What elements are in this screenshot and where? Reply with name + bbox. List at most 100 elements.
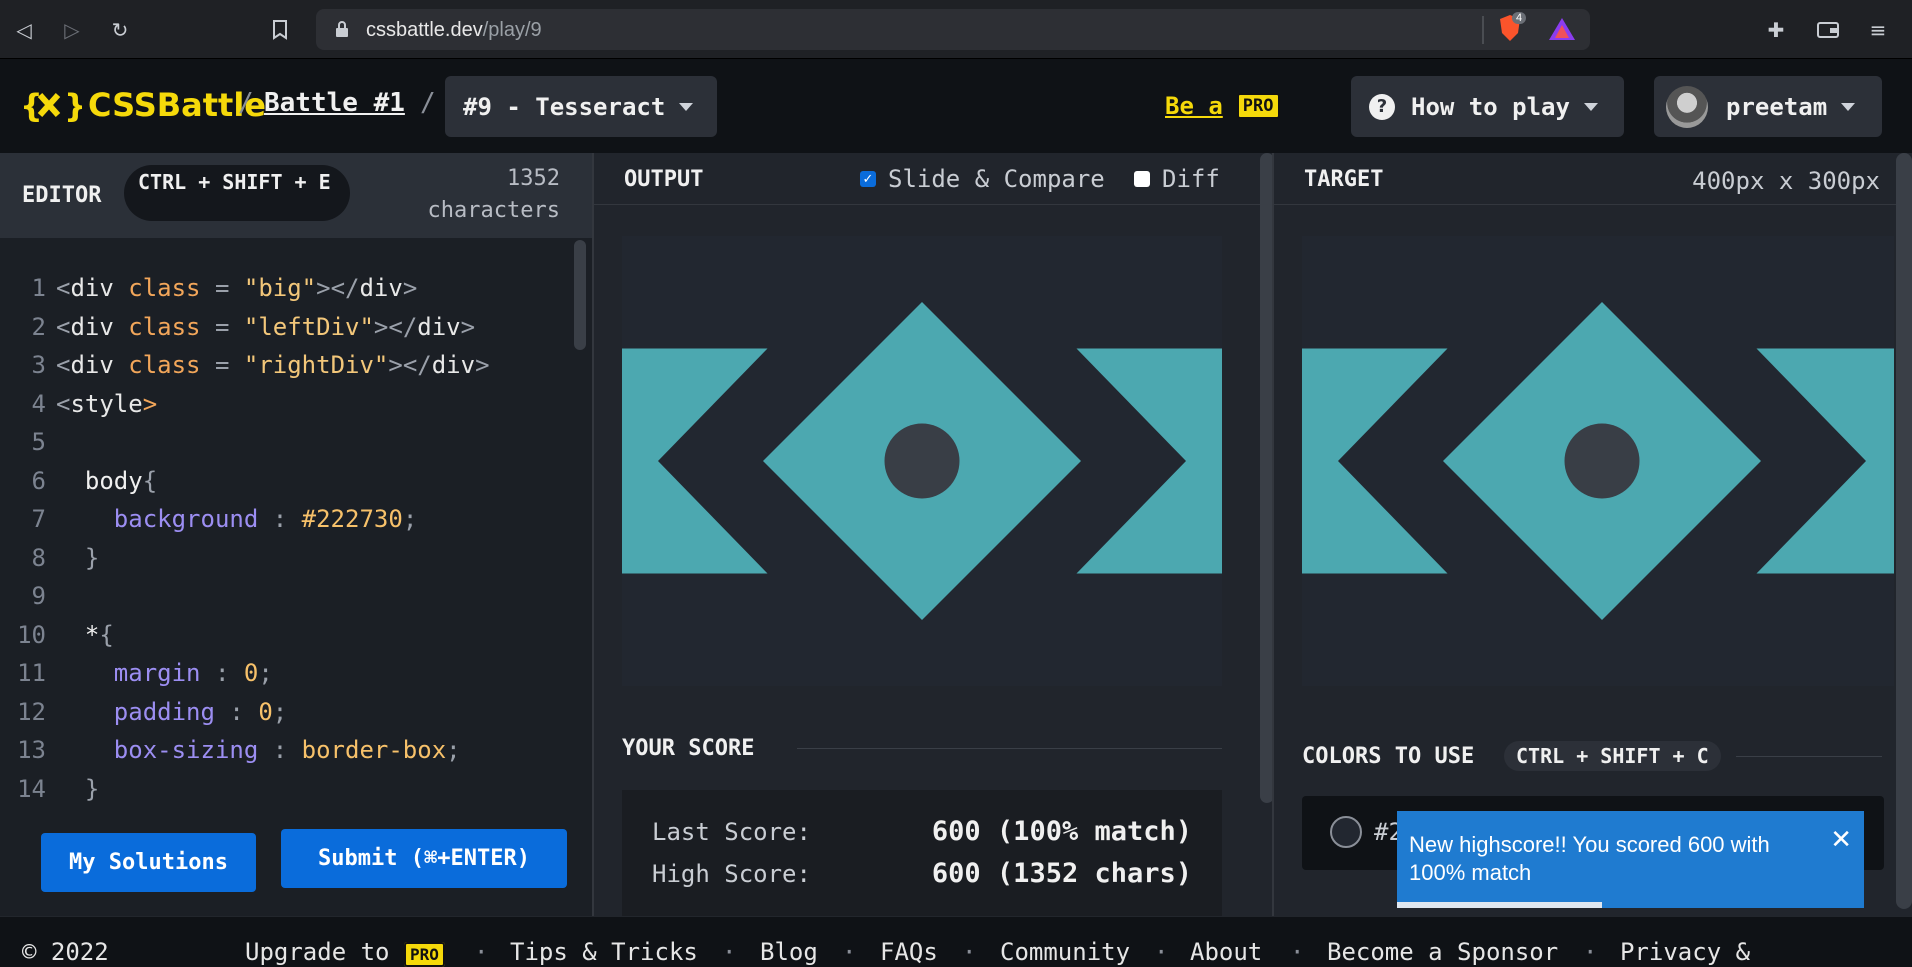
logo[interactable]: { } CSSBattle	[20, 86, 266, 124]
footer-dot: ·	[1290, 938, 1305, 966]
code-value: 0	[258, 697, 273, 726]
line-number: 3	[31, 351, 46, 379]
brave-shield-icon[interactable]: 4	[1498, 12, 1527, 46]
footer-community-link[interactable]: Community	[1000, 938, 1130, 966]
breadcrumb-battle-link[interactable]: Battle #1	[264, 88, 405, 118]
code-token: =	[200, 312, 244, 341]
target-size: 400px x 300px	[1692, 167, 1880, 195]
chevron-down-icon	[1583, 102, 1598, 111]
reload-icon[interactable]: ↻	[106, 16, 134, 44]
how-to-play-dropdown[interactable]: ? How to play	[1351, 76, 1624, 137]
code-token: }	[84, 543, 100, 572]
code-token: =	[200, 351, 244, 379]
footer-faqs-link[interactable]: FAQs	[880, 938, 938, 966]
target-title: TARGET	[1304, 167, 1384, 192]
divider	[1482, 16, 1484, 44]
forward-icon[interactable]: ▷	[58, 16, 86, 44]
target-image[interactable]	[1302, 236, 1894, 686]
editor-shortcut: CTRL + SHIFT + E	[124, 165, 350, 221]
back-icon[interactable]: ◁	[10, 16, 38, 44]
copyright: © 2022	[22, 938, 109, 966]
code-line: 6 body{	[0, 467, 570, 505]
browser-toolbar: ◁ ▷ ↻ cssbattle.dev/play/9 4 ✚ ≡	[0, 0, 1912, 59]
code-token: class	[113, 351, 201, 379]
footer-upgrade-link[interactable]: Upgrade to PRO	[245, 938, 445, 967]
toast-message: New highscore!! You scored 600 with 100%…	[1409, 832, 1770, 885]
line-number: 4	[31, 389, 46, 418]
footer-dot: ·	[1154, 938, 1169, 966]
footer-tips-link[interactable]: Tips & Tricks	[510, 938, 698, 966]
footer-sponsor-link[interactable]: Become a Sponsor	[1327, 938, 1558, 966]
brave-rewards-icon[interactable]	[1548, 17, 1576, 45]
slide-compare-toggle[interactable]: ✓ Slide & Compare	[860, 165, 1105, 193]
extensions-icon[interactable]: ✚	[1762, 16, 1790, 44]
close-icon[interactable]: ✕	[1830, 825, 1852, 855]
footer-dot: ·	[722, 938, 737, 966]
code-token: ></	[373, 312, 418, 341]
code-line: 2 <div class = "leftDiv"></div>	[0, 313, 570, 351]
code-token: =	[200, 274, 244, 302]
code-token: ></	[316, 274, 360, 302]
color-swatch[interactable]	[1330, 816, 1362, 848]
code-value: border-box	[301, 736, 447, 764]
diff-toggle[interactable]: Diff	[1134, 165, 1220, 193]
level-dropdown[interactable]: #9 - Tesseract	[445, 76, 717, 137]
menu-icon[interactable]: ≡	[1864, 16, 1892, 44]
user-menu[interactable]: preetam	[1654, 76, 1882, 137]
line-number: 5	[31, 428, 46, 456]
line-number: 7	[31, 505, 46, 533]
output-canvas[interactable]	[622, 236, 1222, 686]
code-line: 10 *{	[0, 621, 570, 659]
code-property: padding	[113, 697, 215, 726]
avatar	[1666, 85, 1708, 128]
shield-badge: 4	[1512, 12, 1527, 24]
submit-button[interactable]: Submit (⌘+ENTER)	[281, 829, 567, 888]
code-line: 3 <div class = "rightDiv"></div>	[0, 351, 570, 389]
output-title: OUTPUT	[624, 167, 704, 192]
chevron-down-icon	[679, 102, 694, 111]
line-number: 12	[17, 697, 46, 726]
code-line: 1 <div class = "big"></div>	[0, 274, 570, 312]
wallet-icon[interactable]	[1814, 16, 1842, 44]
code-token: :	[214, 697, 259, 726]
toast-progress-bar	[1397, 902, 1602, 908]
line-number: 11	[17, 659, 46, 687]
colors-title: COLORS TO USE	[1302, 744, 1475, 769]
footer-blog-link[interactable]: Blog	[760, 938, 818, 966]
breadcrumb-separator: /	[420, 88, 436, 118]
footer-privacy-link[interactable]: Privacy &	[1620, 938, 1750, 966]
code-token: <	[56, 351, 71, 379]
code-token: class	[113, 274, 201, 302]
footer-about-link[interactable]: About	[1190, 938, 1262, 966]
editor-scrollbar[interactable]	[574, 240, 586, 350]
code-line: 7 background : #222730;	[0, 505, 570, 543]
score-box: Last Score: 600 (100% match) High Score:…	[622, 790, 1222, 916]
be-pro-link[interactable]: Be a PRO	[1165, 92, 1280, 120]
level-title: #9 - Tesseract	[463, 92, 666, 121]
code-value: #222730	[301, 505, 403, 533]
code-property: margin	[113, 659, 201, 687]
code-token: ></	[388, 351, 432, 379]
code-selector: body	[84, 466, 143, 495]
editor-header: EDITOR CTRL + SHIFT + E 1352 characters	[0, 153, 592, 238]
my-solutions-button[interactable]: My Solutions	[41, 833, 256, 892]
svg-text:}: }	[64, 87, 82, 123]
code-token: <	[56, 274, 71, 302]
bookmark-icon[interactable]	[266, 16, 294, 44]
code-token: "rightDiv"	[243, 351, 389, 379]
pro-badge: PRO	[403, 942, 445, 967]
code-token: >	[475, 351, 490, 379]
editor-title: EDITOR	[22, 183, 102, 208]
page-scrollbar[interactable]	[1896, 153, 1912, 909]
checkbox-checked-icon[interactable]: ✓	[860, 171, 876, 187]
code-token: class	[113, 312, 201, 341]
high-score-label: High Score:	[652, 860, 811, 888]
checkbox-unchecked-icon[interactable]	[1134, 171, 1150, 187]
code-line: 5	[0, 428, 570, 466]
